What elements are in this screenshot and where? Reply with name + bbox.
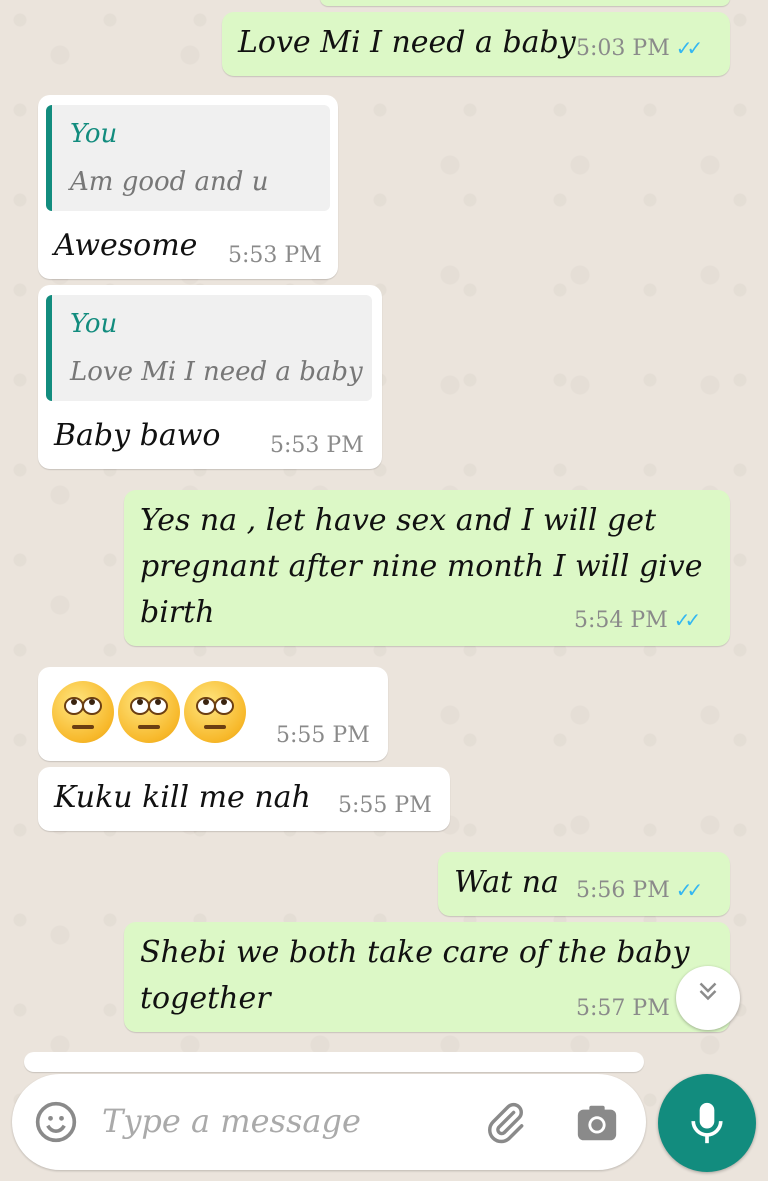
eye-roll-emoji-icon (52, 681, 114, 743)
message-incoming[interactable]: You Am good and u Awesome 5:53 PM (38, 95, 338, 279)
message-text: Awesome (54, 228, 198, 263)
message-incoming[interactable]: 🙄🙄🙄 5:55 PM (38, 667, 388, 761)
message-incoming[interactable]: Kuku kill me nah 5:55 PM (38, 767, 450, 831)
message-time: 5:54 PM ✓✓ (574, 608, 701, 633)
smiley-icon[interactable] (34, 1100, 78, 1144)
voice-record-button[interactable] (658, 1074, 756, 1172)
message-input[interactable]: Type a message (102, 1102, 361, 1140)
message-time: 5:57 PM (576, 996, 670, 1021)
message-time: 5:03 PM ✓✓ (576, 36, 703, 61)
message-outgoing[interactable]: Shebi we both take care of the baby toge… (124, 922, 730, 1032)
partial-message-top (320, 0, 730, 6)
message-time: 5:53 PM (270, 433, 364, 458)
read-ticks-icon: ✓✓ (675, 878, 703, 902)
quoted-message[interactable]: You Love Mi I need a baby (46, 295, 372, 401)
camera-icon[interactable] (574, 1100, 620, 1146)
eye-roll-emoji-icon (118, 681, 180, 743)
double-chevron-down-icon (693, 980, 723, 1013)
message-text-line: together (140, 981, 271, 1016)
message-text: Love Mi I need a baby (238, 25, 576, 60)
message-composer[interactable]: Type a message (12, 1074, 646, 1170)
message-outgoing[interactable]: Love Mi I need a baby 5:03 PM ✓✓ (222, 12, 730, 76)
message-text: Kuku kill me nah (54, 780, 311, 815)
paperclip-icon[interactable] (482, 1100, 528, 1146)
read-ticks-icon: ✓✓ (673, 608, 701, 632)
message-time: 5:55 PM (338, 793, 432, 818)
message-text-line: birth (140, 595, 215, 630)
scroll-to-bottom-button[interactable] (676, 966, 740, 1030)
message-text-line: Shebi we both take care of the baby (140, 935, 690, 970)
read-ticks-icon: ✓✓ (675, 36, 703, 60)
message-outgoing[interactable]: Yes na , let have sex and I will get pre… (124, 490, 730, 646)
message-incoming[interactable]: You Love Mi I need a baby Baby bawo 5:53… (38, 285, 382, 469)
message-text: Wat na (454, 865, 559, 900)
quote-author: You (70, 309, 118, 339)
quote-text: Am good and u (70, 167, 269, 197)
eye-roll-emoji-icon (184, 681, 246, 743)
emoji-row (52, 681, 250, 747)
message-text-line: pregnant after nine month I will give (140, 549, 703, 584)
message-time: 5:55 PM (276, 723, 370, 748)
message-outgoing[interactable]: Wat na 5:56 PM ✓✓ (438, 852, 730, 916)
message-time: 5:53 PM (228, 243, 322, 268)
quoted-message[interactable]: You Am good and u (46, 105, 330, 211)
quote-author: You (70, 119, 118, 149)
quote-text: Love Mi I need a baby (70, 357, 363, 387)
message-text-line: Yes na , let have sex and I will get (140, 503, 657, 538)
message-text: Baby bawo (54, 418, 221, 453)
partial-message-bottom (24, 1052, 644, 1072)
message-time: 5:56 PM ✓✓ (576, 878, 703, 903)
